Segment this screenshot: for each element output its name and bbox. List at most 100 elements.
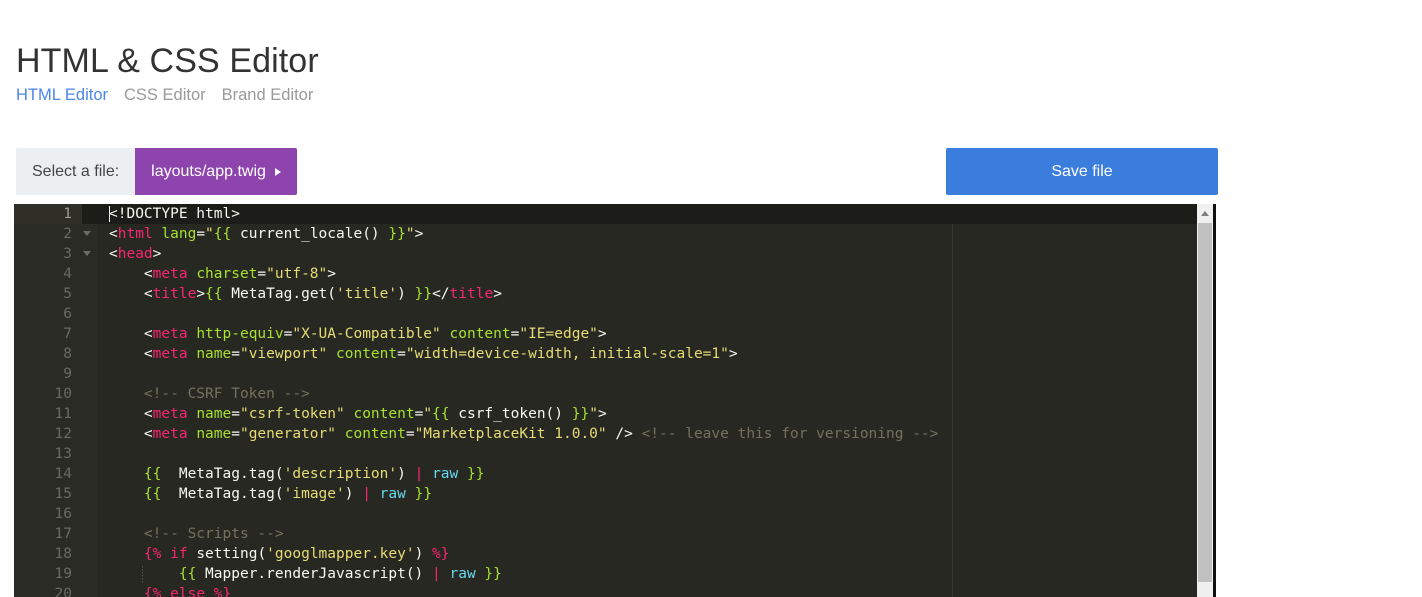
code-token: < <box>109 326 153 342</box>
code-line[interactable]: 4 <meta charset="utf-8"> <box>14 264 1197 284</box>
fold-triangle-icon[interactable] <box>83 231 91 236</box>
code-line[interactable]: 6 <box>14 304 1197 324</box>
code-line-text: <meta http-equiv="X-UA-Compatible" conte… <box>109 324 607 344</box>
code-token: <!-- Scripts --> <box>109 526 284 542</box>
scrollbar-thumb[interactable] <box>1198 223 1212 582</box>
code-token: %} <box>432 546 450 562</box>
code-line-text: <!-- Scripts --> <box>109 524 284 544</box>
editor-tab-bar: HTML Editor CSS Editor Brand Editor <box>16 84 329 106</box>
code-line[interactable]: 20 {% else %} <box>14 584 1197 597</box>
line-number: 4 <box>63 266 72 282</box>
code-token: }} <box>414 486 433 502</box>
code-token: = <box>196 226 206 242</box>
code-editor-viewport[interactable]: 1 <!DOCTYPE html> 2 <html lang="{{ current_… <box>14 204 1197 597</box>
code-line[interactable]: 18 {% if setting('googlmapper.key') %} <box>14 544 1197 564</box>
code-token: }} <box>388 226 406 242</box>
code-line-text: <meta name="generator" content="Marketpl… <box>109 424 938 444</box>
line-number: 8 <box>63 346 72 362</box>
line-number: 15 <box>54 486 72 502</box>
code-token: name <box>196 406 232 422</box>
fold-triangle-icon[interactable] <box>83 251 91 256</box>
code-line[interactable]: 3 <head> <box>14 244 1197 264</box>
code-token: MetaTag.get <box>222 286 328 302</box>
code-token: current_locale() <box>231 226 389 242</box>
code-token: "generator" <box>239 426 336 442</box>
save-file-button-label: Save file <box>1051 162 1113 180</box>
code-token: > <box>493 286 502 302</box>
code-token: ( <box>327 286 337 302</box>
code-token: 'title' <box>336 286 398 302</box>
code-line[interactable]: 2 <html lang="{{ current_locale() }}"> <box>14 224 1197 244</box>
code-token: ) <box>344 486 363 502</box>
code-token: meta <box>152 326 188 342</box>
code-token: = <box>231 346 240 362</box>
line-number: 10 <box>54 386 72 402</box>
code-content[interactable]: 1 <!DOCTYPE html> 2 <html lang="{{ current_… <box>14 204 1197 597</box>
code-token: < <box>109 286 153 302</box>
code-line[interactable]: 1 <!DOCTYPE html> <box>14 204 1197 224</box>
code-line[interactable]: 16 <box>14 504 1197 524</box>
code-token: "width=device-width, initial-scale=1" <box>405 346 729 362</box>
code-token: meta <box>152 266 188 282</box>
code-token: 'image' <box>283 486 345 502</box>
code-token: > <box>414 226 424 242</box>
file-picker-value-text: layouts/app.twig <box>151 162 266 180</box>
code-line[interactable]: 13 <box>14 444 1197 464</box>
code-token: }} <box>571 406 590 422</box>
line-number: 18 <box>54 546 72 562</box>
code-line[interactable]: 15 {{ MetaTag.tag('image') | raw }} <box>14 484 1197 504</box>
code-token: = <box>397 346 406 362</box>
code-token: ( <box>274 466 284 482</box>
code-editor[interactable]: 1 <!DOCTYPE html> 2 <html lang="{{ current_… <box>14 204 1216 597</box>
code-token: < <box>109 266 153 282</box>
code-token: > <box>728 346 738 362</box>
tab-css-editor[interactable]: CSS Editor <box>124 84 222 106</box>
code-line-text: <!-- CSRF Token --> <box>109 384 310 404</box>
code-token: name <box>196 426 232 442</box>
code-token: charset <box>196 266 258 282</box>
code-line[interactable]: 7 <meta http-equiv="X-UA-Compatible" con… <box>14 324 1197 344</box>
code-token: "MarketplaceKit 1.0.0" <box>414 426 607 442</box>
save-file-button[interactable]: Save file <box>946 148 1218 195</box>
line-number: 14 <box>54 466 72 482</box>
file-picker-button[interactable]: layouts/app.twig <box>135 148 297 195</box>
code-line[interactable]: 10 <!-- CSRF Token --> <box>14 384 1197 404</box>
code-token: meta <box>152 406 188 422</box>
line-number: 11 <box>54 406 72 422</box>
code-token: "IE=edge" <box>519 326 598 342</box>
code-line[interactable]: 5 <title>{{ MetaTag.get('title') }}</tit… <box>14 284 1197 304</box>
code-line[interactable]: 8 <meta name="viewport" content="width=d… <box>14 344 1197 364</box>
code-token: %} <box>213 586 232 597</box>
file-picker[interactable]: Select a file: layouts/app.twig <box>16 148 297 195</box>
code-line[interactable]: 17 <!-- Scripts --> <box>14 524 1197 544</box>
code-token: }} <box>467 466 485 482</box>
code-line[interactable]: 19 {{ Mapper.renderJavascript() | raw }} <box>14 564 1197 584</box>
code-token: = <box>405 426 415 442</box>
code-token: > <box>327 266 336 282</box>
editor-vertical-scrollbar[interactable] <box>1197 204 1213 597</box>
code-token: html <box>117 226 153 242</box>
line-number: 19 <box>54 566 72 582</box>
code-line-text: {{ Mapper.renderJavascript() | raw }} <box>109 564 502 584</box>
code-line[interactable]: 9 <box>14 364 1197 384</box>
code-line[interactable]: 11 <meta name="csrf-token" content="{{ c… <box>14 404 1197 424</box>
code-line[interactable]: 12 <meta name="generator" content="Marke… <box>14 424 1197 444</box>
code-line-text: {{ MetaTag.tag('image') | raw }} <box>109 484 432 504</box>
code-token: " <box>423 406 433 422</box>
tab-html-editor[interactable]: HTML Editor <box>16 84 124 106</box>
code-line-text: <head> <box>109 244 161 264</box>
file-picker-label: Select a file: <box>16 148 136 195</box>
line-number: 1 <box>14 204 82 224</box>
code-token: raw <box>432 466 459 482</box>
line-number: 2 <box>63 226 72 242</box>
code-token: < <box>109 246 118 262</box>
code-line[interactable]: 14 {{ MetaTag.tag('description') | raw }… <box>14 464 1197 484</box>
tab-brand-editor[interactable]: Brand Editor <box>222 84 330 106</box>
scroll-up-button[interactable] <box>1197 204 1213 221</box>
